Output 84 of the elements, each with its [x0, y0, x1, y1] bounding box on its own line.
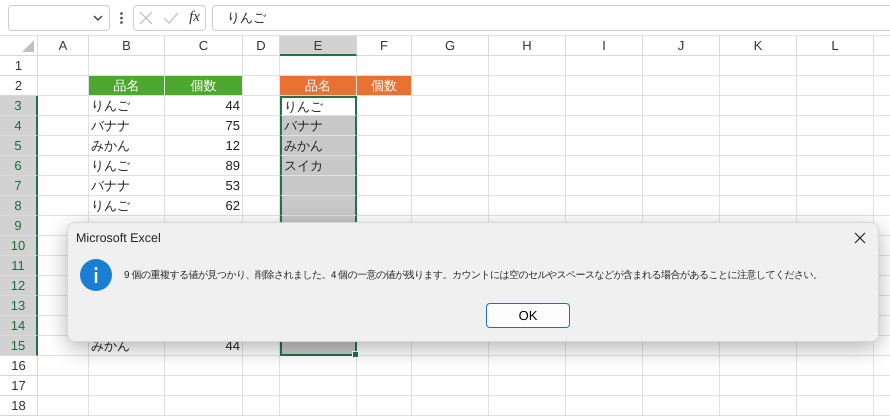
table-cell: 75 — [165, 116, 243, 136]
table-cell — [38, 156, 89, 176]
row-header[interactable]: 10 — [0, 236, 38, 256]
table-cell — [357, 176, 412, 196]
table-cell — [38, 136, 89, 156]
column-header[interactable]: E — [280, 36, 357, 56]
row-header[interactable]: 8 — [0, 196, 38, 216]
row-header[interactable]: 17 — [0, 376, 38, 396]
column-header[interactable]: C — [165, 36, 243, 56]
more-options-icon[interactable] — [120, 12, 123, 24]
table-cell — [38, 116, 89, 136]
table-cell — [38, 96, 89, 116]
table-cell: みかん — [280, 136, 357, 156]
table-cell: 53 — [165, 176, 243, 196]
table-cell — [357, 156, 412, 176]
table-header-cell: 個数 — [357, 76, 412, 96]
column-header[interactable]: B — [89, 36, 165, 56]
info-icon — [80, 259, 112, 291]
column-header[interactable]: I — [566, 36, 643, 56]
row-header[interactable]: 15 — [0, 336, 38, 356]
table-cell: スイカ — [280, 156, 357, 176]
table-cell — [38, 176, 89, 196]
select-all-icon[interactable] — [22, 40, 34, 52]
table-cell — [38, 196, 89, 216]
check-icon[interactable] — [163, 12, 180, 24]
table-cell: りんご — [280, 96, 357, 116]
dialog-message: 9 個の重複する値が見つかり、削除されました。4 個の一意の値が残ります。カウントには空のセルやスペースなどが含まれる場合があることに注意してください。 — [124, 268, 823, 282]
table-header-cell: 個数 — [165, 76, 243, 96]
chevron-down-icon — [93, 14, 103, 20]
fill-handle[interactable] — [352, 351, 359, 358]
row-header[interactable]: 6 — [0, 156, 38, 176]
table-cell: バナナ — [89, 176, 165, 196]
column-header[interactable]: K — [720, 36, 797, 56]
column-header[interactable]: H — [489, 36, 566, 56]
table-cell — [38, 396, 89, 416]
table-cell — [243, 376, 280, 396]
column-header[interactable]: G — [412, 36, 489, 56]
row-header[interactable]: 4 — [0, 116, 38, 136]
row-header[interactable]: 16 — [0, 356, 38, 376]
ok-button[interactable]: OK — [486, 303, 570, 328]
table-cell — [357, 356, 412, 376]
row-header[interactable]: 5 — [0, 136, 38, 156]
table-cell: りんご — [89, 156, 165, 176]
table-cell — [243, 56, 280, 76]
table-cell — [357, 96, 412, 116]
table-cell — [243, 396, 280, 416]
table-cell: 12 — [165, 136, 243, 156]
dialog-title: Microsoft Excel — [76, 231, 161, 245]
table-cell — [357, 116, 412, 136]
table-cell: バナナ — [89, 116, 165, 136]
table-cell: みかん — [89, 136, 165, 156]
formula-input[interactable]: りんご — [212, 4, 890, 30]
table-cell: 89 — [165, 156, 243, 176]
table-cell — [38, 356, 89, 376]
close-icon[interactable] — [854, 232, 866, 244]
row-header[interactable]: 13 — [0, 296, 38, 316]
row-header[interactable]: 11 — [0, 256, 38, 276]
table-cell — [357, 396, 412, 416]
cancel-icon[interactable] — [139, 10, 154, 24]
row-header[interactable]: 12 — [0, 276, 38, 296]
column-header[interactable]: F — [357, 36, 412, 56]
table-cell: りんご — [89, 196, 165, 216]
table-cell — [38, 56, 89, 76]
table-header-cell: 品名 — [280, 76, 357, 96]
name-box[interactable] — [8, 4, 110, 30]
row-header[interactable]: 1 — [0, 56, 38, 76]
insert-function-button[interactable]: fx — [189, 9, 200, 26]
column-header[interactable]: J — [643, 36, 720, 56]
row-header[interactable]: 18 — [0, 396, 38, 416]
table-cell — [357, 136, 412, 156]
table-cell — [243, 356, 280, 376]
row-header[interactable]: 14 — [0, 316, 38, 336]
table-header-cell: 品名 — [89, 76, 165, 96]
table-cell: バナナ — [280, 116, 357, 136]
table-cell: 62 — [165, 196, 243, 216]
column-header[interactable]: L — [797, 36, 874, 56]
row-header[interactable]: 7 — [0, 176, 38, 196]
table-cell: りんご — [89, 96, 165, 116]
row-header[interactable]: 9 — [0, 216, 38, 236]
table-cell — [38, 376, 89, 396]
table-cell: 44 — [165, 96, 243, 116]
column-header[interactable]: A — [38, 36, 89, 56]
row-header[interactable]: 3 — [0, 96, 38, 116]
table-cell — [357, 376, 412, 396]
